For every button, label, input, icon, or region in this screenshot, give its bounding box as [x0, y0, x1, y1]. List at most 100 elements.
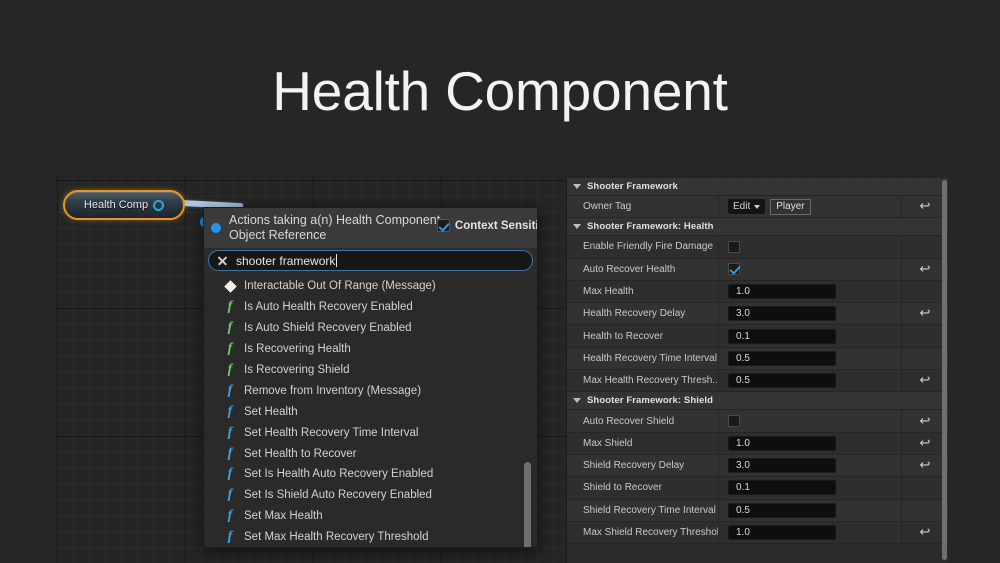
property-number-input[interactable]: 1.0	[728, 435, 836, 451]
details-property-row[interactable]: Auto Recover Health ↩	[567, 258, 948, 281]
message-diamond-icon	[224, 280, 236, 292]
property-value[interactable]: 1.0	[719, 280, 902, 303]
reset-arrow-icon: ↩	[919, 306, 931, 322]
property-value[interactable]: 0.1	[719, 477, 902, 499]
property-value[interactable]: 0.1	[719, 325, 902, 347]
function-icon: f	[227, 487, 233, 503]
details-property-row[interactable]: Shield to Recover 0.1	[567, 477, 948, 500]
property-checkbox[interactable]	[728, 415, 740, 428]
gameplay-tag-chip[interactable]: Player	[770, 198, 811, 215]
property-number-input[interactable]: 1.0	[728, 525, 836, 540]
action-menu-item[interactable]: f Set Max Health	[204, 506, 537, 527]
property-label: Owner Tag	[567, 196, 719, 218]
details-scrollbar-thumb[interactable]	[942, 180, 947, 560]
action-menu-item[interactable]: f Set Is Shield Auto Recovery Enabled	[204, 485, 537, 506]
page-title: Health Component	[272, 60, 728, 122]
action-menu-item-label: Set Health to Recover	[244, 447, 357, 460]
action-menu-item[interactable]: f Set Health	[204, 401, 537, 422]
details-property-row[interactable]: Health Recovery Delay 3.0 ↩	[567, 303, 948, 326]
details-property-row[interactable]: Shield Recovery Time Interval 0.5	[567, 499, 948, 522]
property-value[interactable]	[719, 258, 902, 280]
object-reference-dot-icon	[211, 223, 221, 233]
action-menu-item[interactable]: Interactable Out Of Range (Message)	[204, 276, 537, 297]
action-menu-scrollbar-thumb[interactable]	[524, 462, 531, 547]
property-number-input[interactable]: 0.5	[728, 502, 836, 518]
function-icon: f	[227, 299, 233, 315]
blueprint-action-menu[interactable]: Actions taking a(n) Health Component Obj…	[203, 207, 538, 548]
details-property-row[interactable]: Health to Recover 0.1	[567, 325, 948, 348]
action-menu-item[interactable]: f Is Recovering Health	[204, 339, 537, 360]
action-menu-item-label: Is Recovering Health	[244, 343, 351, 356]
function-icon: f	[227, 445, 233, 461]
details-property-row[interactable]: Health Recovery Time Interval 0.5	[567, 347, 948, 371]
context-sensitive-toggle[interactable]: Context Sensitiv	[436, 219, 537, 232]
action-menu-item[interactable]: f Is Recovering Shield	[204, 360, 537, 381]
chevron-down-icon[interactable]	[573, 184, 581, 189]
details-property-row[interactable]: Enable Friendly Fire Damage	[567, 236, 948, 259]
action-menu-item-label: Set Health Recovery Time Interval	[244, 426, 419, 439]
details-property-row[interactable]: Max Health 1.0	[567, 280, 948, 304]
action-menu-item[interactable]: f Set Health Recovery Time Interval	[204, 422, 537, 443]
edit-dropdown-button[interactable]: Edit	[728, 199, 766, 215]
function-icon: f	[227, 320, 233, 336]
property-value[interactable]	[719, 236, 902, 258]
action-menu-title: Actions taking a(n) Health Component Obj…	[229, 212, 441, 242]
text-caret	[336, 253, 338, 267]
property-value[interactable]: Edit Player	[719, 196, 902, 218]
details-panel[interactable]: Shooter Framework Owner Tag Edit Player ↩ Sho…	[566, 178, 948, 563]
action-menu-item[interactable]: f Set Is Health Auto Recovery Enabled	[204, 464, 537, 485]
details-property-row[interactable]: Owner Tag Edit Player ↩	[567, 196, 948, 219]
action-menu-header: Actions taking a(n) Health Component Obj…	[204, 208, 537, 248]
function-icon: f	[227, 466, 233, 482]
property-number-input[interactable]: 0.5	[728, 350, 836, 366]
chevron-down-icon[interactable]	[573, 224, 581, 230]
property-label: Enable Friendly Fire Damage	[567, 236, 719, 258]
details-property-row[interactable]: Shield Recovery Delay 3.0 ↩	[567, 454, 948, 478]
property-label: Shield to Recover	[567, 477, 719, 499]
function-icon: f	[227, 424, 233, 440]
property-number-input[interactable]: 1.0	[728, 284, 836, 300]
blueprint-node-health-comp[interactable]: Health Comp	[63, 190, 185, 220]
action-menu-item-label: Set Is Health Auto Recovery Enabled	[244, 468, 434, 481]
property-value[interactable]: 1.0	[719, 432, 902, 454]
details-section-header[interactable]: Shooter Framework	[567, 178, 948, 196]
property-number-input[interactable]: 3.0	[728, 306, 836, 322]
action-menu-item[interactable]: f Set Health to Recover	[204, 443, 537, 464]
action-menu-list[interactable]: Interactable Out Of Range (Message) f Is A…	[204, 274, 537, 547]
function-icon: f	[227, 403, 233, 419]
search-input[interactable]: shooter framework	[208, 250, 533, 271]
details-property-row[interactable]: Max Shield 1.0 ↩	[567, 432, 948, 455]
details-property-row[interactable]: Auto Recover Shield ↩	[567, 410, 948, 433]
property-checkbox[interactable]	[728, 263, 740, 276]
property-value[interactable]: 3.0	[719, 303, 902, 325]
action-menu-item-label: Interactable Out Of Range (Message)	[244, 280, 436, 293]
property-label: Auto Recover Shield	[567, 410, 719, 432]
action-menu-item[interactable]: f Is Auto Shield Recovery Enabled	[204, 318, 537, 339]
property-label: Max Health	[567, 280, 719, 303]
action-menu-item[interactable]: f Remove from Inventory (Message)	[204, 380, 537, 401]
details-property-row[interactable]: Max Shield Recovery Threshold 1.0 ↩	[567, 521, 948, 545]
close-icon[interactable]	[217, 255, 228, 266]
property-value[interactable]: 3.0	[719, 454, 902, 477]
circle-pin-icon[interactable]	[153, 199, 165, 211]
property-checkbox[interactable]	[728, 240, 740, 253]
property-number-input[interactable]: 3.0	[728, 458, 836, 474]
details-section-header[interactable]: Shooter Framework: Shield	[567, 392, 948, 411]
search-input-value: shooter framework	[236, 253, 338, 268]
property-value[interactable]: 0.5	[719, 347, 902, 370]
property-number-input[interactable]: 0.1	[728, 480, 836, 496]
property-value[interactable]: 0.5	[719, 370, 902, 392]
property-value[interactable]	[719, 410, 902, 432]
action-menu-item[interactable]: f Set Max Health Recovery Threshold	[204, 527, 537, 547]
context-sensitive-checkbox[interactable]	[436, 219, 450, 232]
property-value[interactable]: 1.0	[719, 521, 902, 544]
details-section-header[interactable]: Shooter Framework: Health	[567, 218, 948, 237]
property-number-input[interactable]: 0.5	[728, 373, 836, 389]
property-label: Health to Recover	[567, 325, 719, 347]
action-menu-item[interactable]: f Is Auto Health Recovery Enabled	[204, 297, 537, 318]
details-property-row[interactable]: Max Health Recovery Thresh... 0.5 ↩	[567, 370, 948, 393]
details-section-title: Shooter Framework: Health	[587, 221, 714, 233]
property-number-input[interactable]: 0.1	[728, 328, 836, 344]
property-value[interactable]: 0.5	[719, 499, 902, 521]
chevron-down-icon[interactable]	[573, 398, 581, 404]
